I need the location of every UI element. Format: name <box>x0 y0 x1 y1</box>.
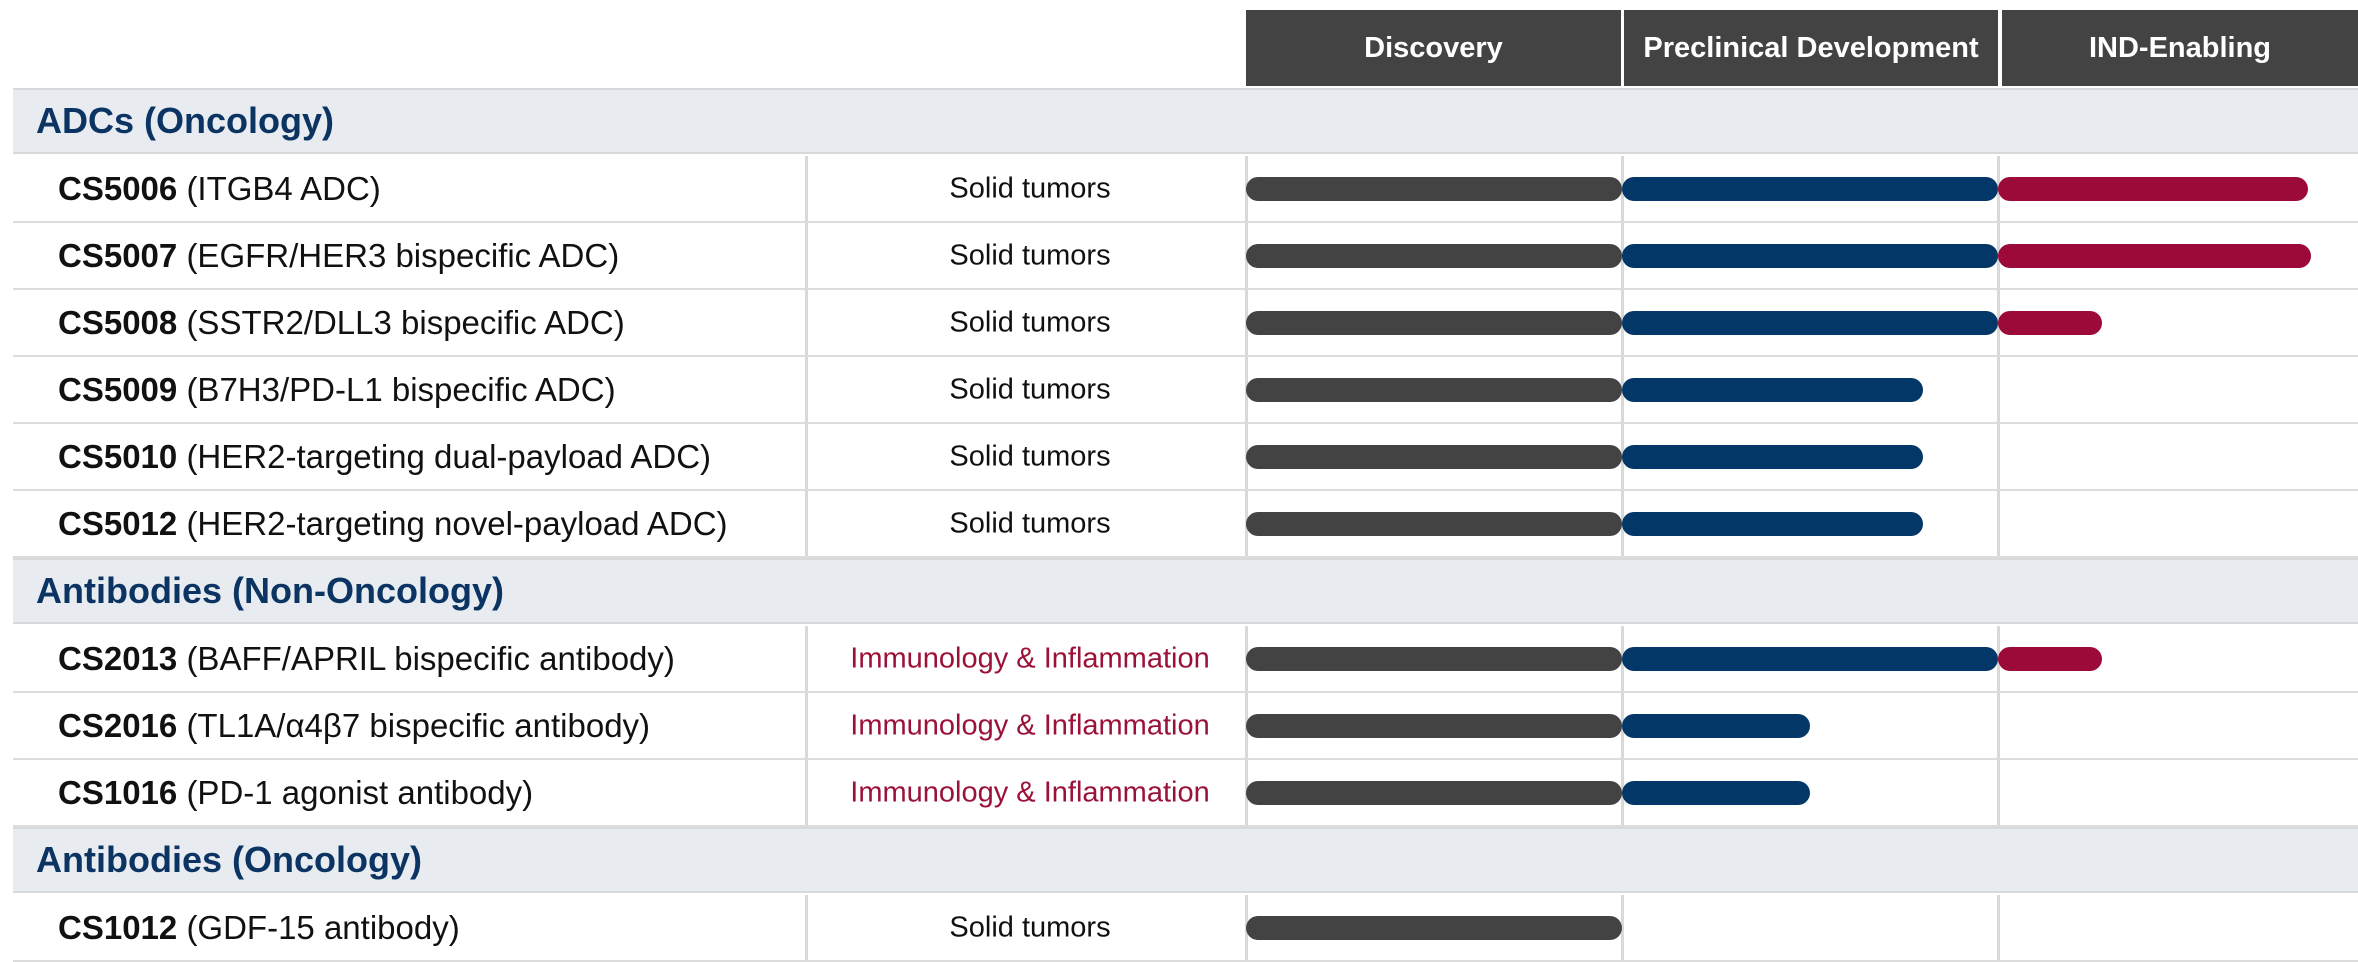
program-code: CS5008 <box>58 303 178 341</box>
program-name: CS5006 (ITGB4 ADC) <box>58 170 381 208</box>
program-row: CS1016 (PD-1 agonist antibody) Immunology… <box>13 760 2358 827</box>
progress-bar-ind-enabling <box>1998 310 2103 335</box>
pipeline-chart: Discovery Preclinical Development IND-Enab… <box>0 0 2358 962</box>
section-band: ADCs (Oncology) <box>13 88 2358 154</box>
program-code: CS5012 <box>58 504 178 542</box>
program-description: (PD-1 agonist antibody) <box>186 773 534 811</box>
progress-bar-preclinical <box>1622 646 1998 671</box>
program-code: CS2013 <box>58 639 178 677</box>
program-code: CS2016 <box>58 706 178 744</box>
progress-bar-preclinical <box>1622 713 1810 738</box>
program-row: CS2016 (TL1A/α4β7 bispecific antibody) Im… <box>13 693 2358 760</box>
program-description: (BAFF/APRIL bispecific antibody) <box>186 639 675 677</box>
progress-bar-preclinical <box>1622 780 1810 805</box>
program-row: CS1012 (GDF-15 antibody) Solid tumors <box>13 895 2358 962</box>
section-title: ADCs (Oncology) <box>36 100 335 141</box>
program-description: (HER2-targeting novel-payload ADC) <box>186 504 728 542</box>
program-indication: Solid tumors <box>949 507 1111 539</box>
program-description: (B7H3/PD-L1 bispecific ADC) <box>186 370 616 408</box>
progress-bar-preclinical <box>1622 243 1998 268</box>
program-indication: Immunology & Inflammation <box>850 709 1210 741</box>
program-indication: Solid tumors <box>949 239 1111 271</box>
program-name: CS5007 (EGFR/HER3 bispecific ADC) <box>58 237 619 275</box>
progress-bar-discovery <box>1246 444 1622 469</box>
program-indication: Immunology & Inflammation <box>850 642 1210 674</box>
progress-bar-discovery <box>1246 511 1622 536</box>
progress-bar-discovery <box>1246 243 1622 268</box>
program-code: CS1016 <box>58 773 178 811</box>
progress-bar-preclinical <box>1622 444 1923 469</box>
program-description: (SSTR2/DLL3 bispecific ADC) <box>186 303 625 341</box>
program-name: CS5009 (B7H3/PD-L1 bispecific ADC) <box>58 371 616 409</box>
program-code: CS5007 <box>58 236 178 274</box>
program-code: CS5009 <box>58 370 178 408</box>
section-band: Antibodies (Non-Oncology) <box>13 558 2358 624</box>
program-description: (GDF-15 antibody) <box>186 908 460 946</box>
program-description: (EGFR/HER3 bispecific ADC) <box>186 236 620 274</box>
progress-bar-discovery <box>1246 780 1622 805</box>
progress-bar-preclinical <box>1622 377 1923 402</box>
program-description: (ITGB4 ADC) <box>186 169 381 207</box>
program-name: CS2016 (TL1A/α4β7 bispecific antibody) <box>58 707 650 745</box>
progress-bar-ind-enabling <box>1998 243 2312 268</box>
program-name: CS5008 (SSTR2/DLL3 bispecific ADC) <box>58 304 625 342</box>
progress-bar-preclinical <box>1622 176 1998 201</box>
progress-bar-discovery <box>1246 310 1622 335</box>
program-indication: Immunology & Inflammation <box>850 776 1210 808</box>
phase-header-discovery: Discovery <box>1246 10 1621 86</box>
phase-header-ind-enabling: IND-Enabling <box>2002 10 2358 86</box>
section-title: Antibodies (Non-Oncology) <box>36 570 504 611</box>
program-indication: Solid tumors <box>949 172 1111 204</box>
program-name: CS1012 (GDF-15 antibody) <box>58 909 460 947</box>
progress-bar-ind-enabling <box>1998 646 2103 671</box>
program-name: CS2013 (BAFF/APRIL bispecific antibody) <box>58 640 675 678</box>
phase-header-preclinical-development: Preclinical Development <box>1624 10 1998 86</box>
program-indication: Solid tumors <box>949 440 1111 472</box>
program-description: (HER2-targeting dual-payload ADC) <box>186 437 712 475</box>
program-indication: Solid tumors <box>949 306 1111 338</box>
progress-bar-discovery <box>1246 713 1622 738</box>
program-code: CS5010 <box>58 437 178 475</box>
program-indication: Solid tumors <box>949 373 1111 405</box>
program-indication: Solid tumors <box>949 911 1111 943</box>
progress-bar-discovery <box>1246 646 1622 671</box>
program-code: CS5006 <box>58 169 178 207</box>
program-row: CS5009 (B7H3/PD-L1 bispecific ADC) Solid … <box>13 357 2358 424</box>
program-row: CS5010 (HER2-targeting dual-payload ADC)… <box>13 424 2358 491</box>
program-code: CS1012 <box>58 908 178 946</box>
progress-bar-discovery <box>1246 915 1622 940</box>
program-row: CS5012 (HER2-targeting novel-payload ADC… <box>13 491 2358 558</box>
program-name: CS5012 (HER2-targeting novel-payload ADC… <box>58 505 728 543</box>
program-name: CS5010 (HER2-targeting dual-payload ADC) <box>58 438 711 476</box>
section-band: Antibodies (Oncology) <box>13 827 2358 893</box>
progress-bar-preclinical <box>1622 310 1998 335</box>
progress-bar-ind-enabling <box>1998 176 2308 201</box>
section-title: Antibodies (Oncology) <box>36 839 422 880</box>
progress-bar-preclinical <box>1622 511 1923 536</box>
progress-bar-discovery <box>1246 176 1622 201</box>
program-description: (TL1A/α4β7 bispecific antibody) <box>186 706 651 744</box>
progress-bar-discovery <box>1246 377 1622 402</box>
program-name: CS1016 (PD-1 agonist antibody) <box>58 774 533 812</box>
